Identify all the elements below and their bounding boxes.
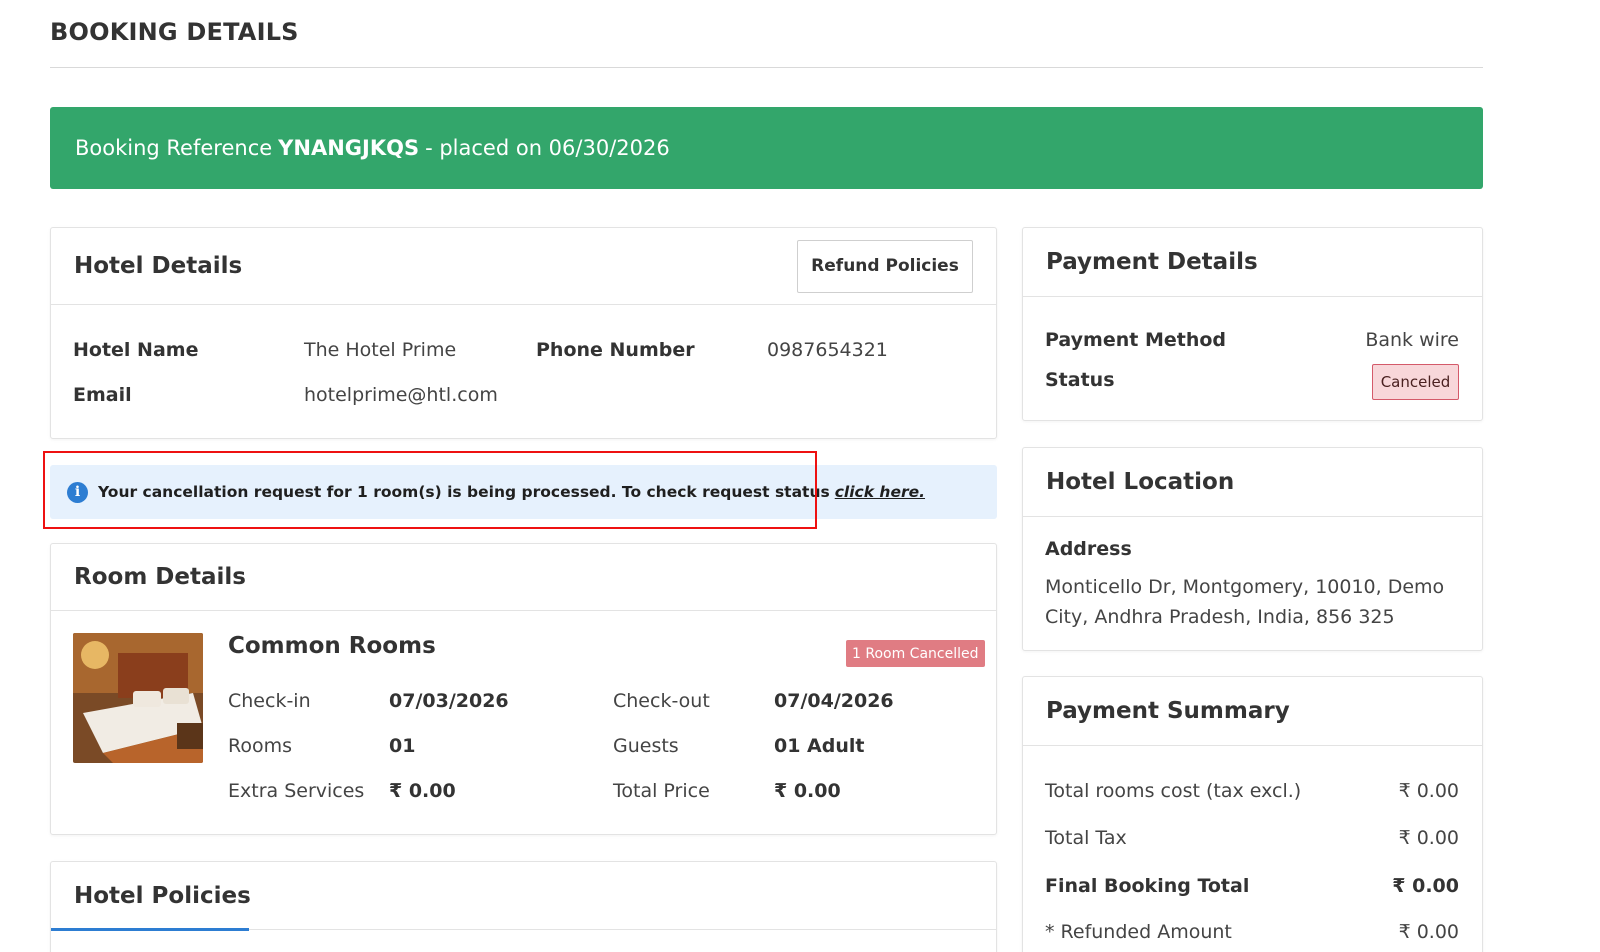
summary-row: Total Tax ₹ 0.00 [1045,827,1459,849]
phone-value: 0987654321 [767,339,888,361]
payment-summary-card: Payment Summary Total rooms cost (tax ex… [1022,676,1483,952]
total-price-value: ₹ 0.00 [774,780,841,802]
hotel-details-card: Hotel Details Refund Policies Hotel Name… [50,227,997,439]
active-tab-indicator [51,928,249,931]
banner-placed-date: - placed on 06/30/2026 [425,136,670,160]
hotel-details-header: Hotel Details Refund Policies [51,228,996,305]
booking-reference: YNANGJKQS [278,136,420,160]
status-badge: Canceled [1372,364,1459,400]
status-label: Status [1045,369,1115,391]
total-price-label: Total Price [613,780,710,802]
hotel-location-header: Hotel Location [1023,448,1482,517]
banner-prefix: Booking Reference [75,136,273,160]
hotel-details-title: Hotel Details [74,253,243,279]
checkin-value: 07/03/2026 [389,690,509,712]
address-value: Monticello Dr, Montgomery, 10010, Demo C… [1045,576,1445,628]
summary-value: ₹ 0.00 [1398,780,1459,802]
payment-details-title: Payment Details [1046,249,1258,275]
hotel-location-title: Hotel Location [1046,469,1235,495]
alert-message: Your cancellation request for 1 room(s) … [98,483,830,501]
payment-details-card: Payment Details Payment Method Bank wire… [1022,227,1483,421]
summary-row-total: Final Booking Total ₹ 0.00 [1045,875,1459,897]
rooms-value: 01 [389,735,416,757]
checkout-value: 07/04/2026 [774,690,894,712]
summary-label: Total Tax [1045,827,1127,849]
address-label: Address [1045,538,1132,560]
hotel-policies-card: Hotel Policies [50,861,997,952]
summary-value: ₹ 0.00 [1398,921,1459,943]
room-cancelled-badge: 1 Room Cancelled [846,640,985,667]
room-name: Common Rooms [228,633,436,659]
rooms-label: Rooms [228,735,293,757]
check-status-link[interactable]: click here. [835,483,925,501]
summary-label: Total rooms cost (tax excl.) [1045,780,1302,802]
guests-value: 01 Adult [774,735,865,757]
hotel-name-value: The Hotel Prime [304,339,457,361]
email-value: hotelprime@htl.com [304,384,498,406]
extra-services-label: Extra Services [228,780,365,802]
payment-summary-title: Payment Summary [1046,698,1290,724]
room-details-card: Room Details Common Rooms 1 Room Cancell… [50,543,997,835]
summary-value: ₹ 0.00 [1398,827,1459,849]
cancellation-alert: i Your cancellation request for 1 room(s… [50,465,997,519]
checkout-label: Check-out [613,690,710,712]
phone-label: Phone Number [536,339,695,361]
hotel-policies-title[interactable]: Hotel Policies [74,883,251,909]
guests-label: Guests [613,735,679,757]
refund-policies-button[interactable]: Refund Policies [797,239,973,293]
email-label: Email [73,384,132,406]
page-title: BOOKING DETAILS [50,18,299,46]
checkin-label: Check-in [228,690,311,712]
summary-label: * Refunded Amount [1045,921,1232,943]
summary-label: Final Booking Total [1045,875,1250,897]
payment-method-label: Payment Method [1045,329,1227,351]
summary-value: ₹ 0.00 [1392,875,1459,897]
info-icon: i [67,481,88,503]
payment-method-value: Bank wire [1365,329,1459,351]
room-details-title: Room Details [74,564,246,590]
hotel-name-label: Hotel Name [73,339,199,361]
summary-row: Total rooms cost (tax excl.) ₹ 0.00 [1045,780,1459,802]
hotel-location-card: Hotel Location Address Monticello Dr, Mo… [1022,447,1483,651]
booking-reference-banner: Booking Reference YNANGJKQS - placed on … [50,107,1483,189]
payment-details-header: Payment Details [1023,228,1482,297]
title-divider [50,67,1483,68]
hotel-policies-header: Hotel Policies [51,862,996,930]
summary-row: * Refunded Amount ₹ 0.00 [1045,921,1459,943]
extra-services-value: ₹ 0.00 [389,780,456,802]
payment-summary-header: Payment Summary [1023,677,1482,746]
room-photo [73,633,203,763]
room-details-header: Room Details [51,544,996,611]
